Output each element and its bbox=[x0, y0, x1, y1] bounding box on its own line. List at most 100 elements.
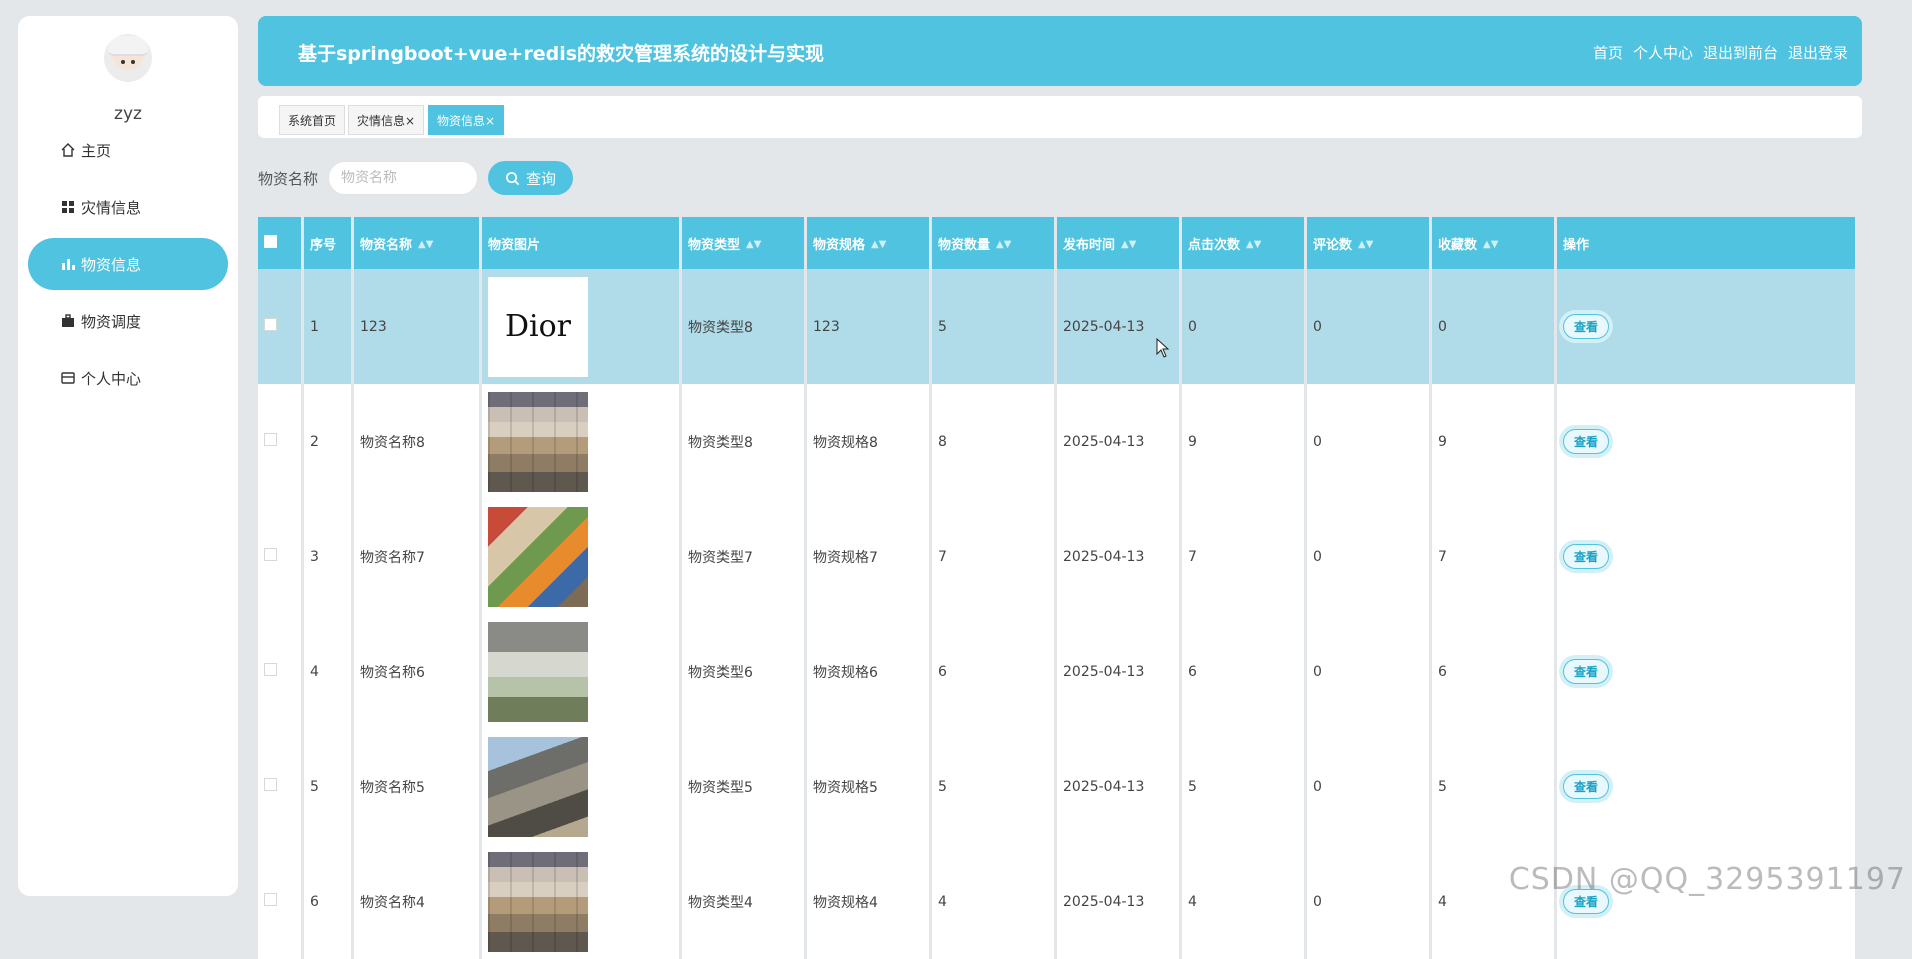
row-checkbox[interactable] bbox=[264, 548, 277, 561]
header-comments[interactable]: 评论数 ▲▼ bbox=[1307, 217, 1432, 269]
view-button[interactable]: 查看 bbox=[1563, 544, 1610, 569]
row-checkbox[interactable] bbox=[264, 663, 277, 676]
header-links: 首页 个人中心 退出到前台 退出登录 bbox=[1593, 42, 1848, 63]
sort-icon[interactable]: ▲▼ bbox=[418, 240, 433, 250]
link-exit-to-front[interactable]: 退出到前台 bbox=[1703, 42, 1778, 63]
cell-image bbox=[482, 499, 682, 614]
cell-comments: 0 bbox=[1307, 729, 1432, 844]
table-row[interactable]: 4 物资名称6 物资类型6 物资规格6 6 2025-04-13 6 0 6 查看 bbox=[258, 614, 1858, 729]
supply-image[interactable] bbox=[488, 621, 588, 722]
briefcase-icon bbox=[62, 314, 74, 327]
supply-image[interactable] bbox=[488, 506, 588, 607]
table-row[interactable]: 1 123 Dior 物资类型8 123 5 2025-04-13 0 0 0 查看 bbox=[258, 269, 1858, 384]
cell-favs: 7 bbox=[1432, 499, 1557, 614]
cell-clicks: 7 bbox=[1182, 499, 1307, 614]
tab-system-home[interactable]: 系统首页 bbox=[279, 105, 346, 135]
search-button[interactable]: 查询 bbox=[488, 161, 573, 195]
sidebar-item-personal-center[interactable]: 个人中心 bbox=[28, 352, 228, 404]
cell-favs: 0 bbox=[1432, 269, 1557, 384]
cell-time: 2025-04-13 bbox=[1057, 614, 1182, 729]
cell-comments: 0 bbox=[1307, 269, 1432, 384]
supply-image[interactable]: Dior bbox=[488, 276, 588, 377]
row-checkbox[interactable] bbox=[264, 318, 277, 331]
cell-spec: 123 bbox=[807, 269, 932, 384]
header-time[interactable]: 发布时间 ▲▼ bbox=[1057, 217, 1182, 269]
cell-favs: 9 bbox=[1432, 384, 1557, 499]
home-icon bbox=[61, 143, 75, 157]
sort-icon[interactable]: ▲▼ bbox=[871, 240, 886, 250]
link-personal-center[interactable]: 个人中心 bbox=[1633, 42, 1693, 63]
header-actions: 操作 bbox=[1557, 217, 1858, 269]
sort-icon[interactable]: ▲▼ bbox=[1121, 240, 1136, 250]
view-button[interactable]: 查看 bbox=[1563, 314, 1610, 339]
table-row[interactable]: 5 物资名称5 物资类型5 物资规格5 5 2025-04-13 5 0 5 查看 bbox=[258, 729, 1858, 844]
cell-name: 物资名称5 bbox=[354, 729, 482, 844]
cell-name: 物资名称4 bbox=[354, 844, 482, 959]
row-checkbox[interactable] bbox=[264, 778, 277, 791]
cell-image bbox=[482, 844, 682, 959]
mouse-cursor-icon bbox=[1156, 338, 1170, 358]
header-type[interactable]: 物资类型 ▲▼ bbox=[682, 217, 807, 269]
sort-icon[interactable]: ▲▼ bbox=[1483, 240, 1498, 250]
sort-icon[interactable]: ▲▼ bbox=[1246, 240, 1261, 250]
cell-qty: 5 bbox=[932, 269, 1057, 384]
search-input[interactable] bbox=[328, 161, 478, 195]
sidebar-item-supply-dispatch[interactable]: 物资调度 bbox=[28, 295, 228, 347]
link-logout[interactable]: 退出登录 bbox=[1788, 42, 1848, 63]
watermark: CSDN @QQ_3295391197 bbox=[1508, 862, 1906, 897]
supply-image[interactable] bbox=[488, 851, 588, 952]
header-spec[interactable]: 物资规格 ▲▼ bbox=[807, 217, 932, 269]
sort-icon[interactable]: ▲▼ bbox=[746, 240, 761, 250]
cell-no: 6 bbox=[304, 844, 354, 959]
sidebar-item-label: 个人中心 bbox=[81, 369, 142, 388]
avatar[interactable] bbox=[104, 34, 152, 82]
link-home[interactable]: 首页 bbox=[1593, 42, 1623, 63]
header-select-all[interactable] bbox=[258, 217, 304, 269]
cell-image: Dior bbox=[482, 269, 682, 384]
table-header-row: 序号 物资名称 ▲▼ 物资图片 物资类型 ▲▼ 物资规格 ▲▼ 物资数量 ▲▼ 发布时间… bbox=[258, 217, 1858, 269]
header-no: 序号 bbox=[304, 217, 354, 269]
cell-qty: 5 bbox=[932, 729, 1057, 844]
sidebar: zyz 主页 灾情信息 物资信息 物资调度 个人中心 bbox=[18, 16, 238, 896]
cell-select bbox=[258, 844, 304, 959]
header-qty[interactable]: 物资数量 ▲▼ bbox=[932, 217, 1057, 269]
cell-comments: 0 bbox=[1307, 384, 1432, 499]
header-label: 物资数量 bbox=[938, 237, 991, 253]
header-label: 评论数 bbox=[1313, 237, 1353, 253]
tab-disaster-info[interactable]: 灾情信息× bbox=[348, 105, 425, 135]
cell-name: 物资名称8 bbox=[354, 384, 482, 499]
supply-image[interactable] bbox=[488, 736, 588, 837]
sidebar-item-disaster-info[interactable]: 灾情信息 bbox=[28, 181, 228, 233]
header-clicks[interactable]: 点击次数 ▲▼ bbox=[1182, 217, 1307, 269]
cell-spec: 物资规格7 bbox=[807, 499, 932, 614]
cell-qty: 8 bbox=[932, 384, 1057, 499]
cell-actions: 查看 bbox=[1557, 729, 1858, 844]
sort-icon[interactable]: ▲▼ bbox=[1358, 240, 1373, 250]
supply-image[interactable] bbox=[488, 391, 588, 492]
sidebar-item-home[interactable]: 主页 bbox=[28, 124, 228, 176]
sort-icon[interactable]: ▲▼ bbox=[996, 240, 1011, 250]
cell-spec: 物资规格8 bbox=[807, 384, 932, 499]
row-checkbox[interactable] bbox=[264, 893, 277, 906]
row-checkbox[interactable] bbox=[264, 433, 277, 446]
cell-actions: 查看 bbox=[1557, 614, 1858, 729]
grid-icon bbox=[62, 201, 74, 213]
cell-spec: 物资规格4 bbox=[807, 844, 932, 959]
view-button[interactable]: 查看 bbox=[1563, 774, 1610, 799]
tab-supply-info[interactable]: 物资信息× bbox=[428, 105, 505, 135]
header-favs[interactable]: 收藏数 ▲▼ bbox=[1432, 217, 1557, 269]
cell-image bbox=[482, 729, 682, 844]
select-all-checkbox[interactable] bbox=[264, 234, 277, 248]
view-button[interactable]: 查看 bbox=[1563, 429, 1610, 454]
cell-type: 物资类型5 bbox=[682, 729, 807, 844]
table-row[interactable]: 3 物资名称7 物资类型7 物资规格7 7 2025-04-13 7 0 7 查看 bbox=[258, 499, 1858, 614]
header-label: 物资名称 bbox=[360, 237, 413, 253]
view-button[interactable]: 查看 bbox=[1563, 659, 1610, 684]
table-row[interactable]: 2 物资名称8 物资类型8 物资规格8 8 2025-04-13 9 0 9 查看 bbox=[258, 384, 1858, 499]
cell-select bbox=[258, 384, 304, 499]
cell-select bbox=[258, 729, 304, 844]
header-name[interactable]: 物资名称 ▲▼ bbox=[354, 217, 482, 269]
header-label: 物资类型 bbox=[688, 237, 741, 253]
cell-image bbox=[482, 384, 682, 499]
sidebar-item-supply-info[interactable]: 物资信息 bbox=[28, 238, 228, 290]
